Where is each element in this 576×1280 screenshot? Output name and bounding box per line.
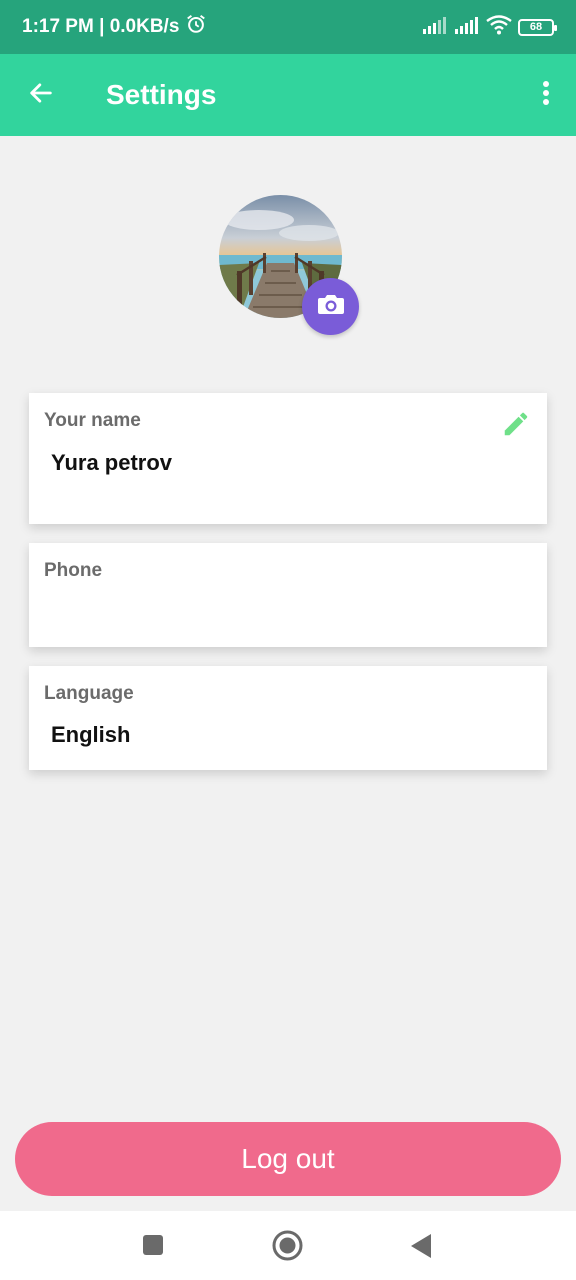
- phone-card[interactable]: Phone: [29, 543, 547, 647]
- name-label: Your name: [44, 410, 141, 431]
- app-bar: Settings: [0, 54, 576, 136]
- square-icon: [142, 1234, 164, 1261]
- home-button[interactable]: [272, 1230, 303, 1266]
- logout-button[interactable]: Log out: [15, 1122, 561, 1196]
- status-bar: 1:17 PM | 0.0KB/s 68: [0, 0, 576, 54]
- recent-apps-button[interactable]: [142, 1234, 164, 1261]
- change-photo-button[interactable]: [302, 278, 359, 335]
- status-speed: 0.0KB/s: [109, 16, 180, 37]
- alarm-icon: [185, 13, 207, 41]
- language-label: Language: [44, 683, 134, 704]
- camera-icon: [317, 292, 345, 321]
- back-button[interactable]: [0, 54, 82, 136]
- triangle-back-icon: [410, 1233, 432, 1264]
- name-card[interactable]: Your name Yura petrov: [29, 393, 547, 524]
- pencil-icon: [501, 409, 531, 444]
- more-options-button[interactable]: [516, 54, 576, 136]
- more-vertical-icon: [542, 80, 550, 111]
- arrow-left-icon: [27, 79, 55, 112]
- circle-icon: [272, 1230, 303, 1266]
- status-time: 1:17 PM: [22, 16, 94, 37]
- phone-label: Phone: [44, 560, 103, 581]
- back-nav-button[interactable]: [410, 1233, 432, 1264]
- wifi-icon: [486, 14, 512, 40]
- system-nav-bar: [0, 1211, 576, 1280]
- avatar-section: [219, 195, 359, 335]
- page-title: Settings: [106, 79, 217, 110]
- status-right: 68: [422, 14, 557, 40]
- edit-name-button[interactable]: [499, 409, 533, 443]
- signal-icon-2: [454, 16, 480, 39]
- status-separator: |: [93, 16, 110, 37]
- language-value: English: [51, 722, 131, 747]
- signal-icon: [422, 16, 448, 39]
- name-value: Yura petrov: [51, 450, 173, 475]
- battery-indicator: 68: [518, 18, 557, 36]
- status-left: 1:17 PM | 0.0KB/s: [22, 13, 207, 41]
- language-card[interactable]: Language English: [29, 666, 547, 770]
